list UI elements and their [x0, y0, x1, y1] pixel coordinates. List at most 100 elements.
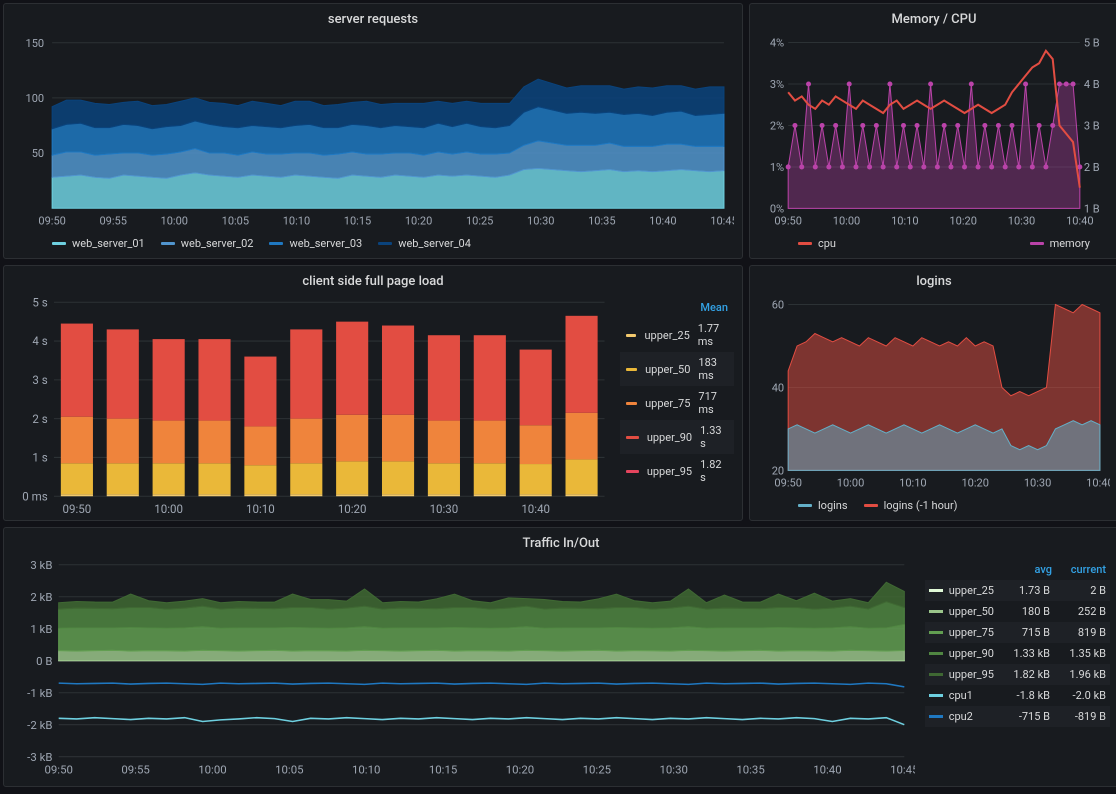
chart-logins[interactable]: 20406009:5010:0010:1010:2010:3010:40	[758, 297, 1110, 493]
svg-text:5 B: 5 B	[1084, 37, 1100, 50]
svg-text:10:30: 10:30	[659, 762, 687, 776]
svg-text:2 B: 2 B	[1084, 161, 1100, 174]
legend-row[interactable]: upper_901.33 s	[620, 420, 734, 454]
svg-text:40: 40	[772, 381, 784, 394]
svg-text:10:35: 10:35	[588, 214, 615, 227]
svg-text:2 kB: 2 kB	[30, 590, 52, 604]
svg-text:3 kB: 3 kB	[30, 559, 52, 572]
panel-page-load[interactable]: client side full page load 0 ms1 s2 s3 s…	[3, 265, 743, 521]
legend-row[interactable]: upper_50180 B252 B	[925, 601, 1110, 622]
svg-text:2%: 2%	[770, 119, 784, 132]
svg-text:20: 20	[772, 464, 784, 477]
svg-text:-2 kB: -2 kB	[27, 718, 52, 732]
svg-text:10:25: 10:25	[583, 762, 611, 776]
legend-row[interactable]: upper_75715 B819 B	[925, 622, 1110, 643]
svg-text:10:05: 10:05	[275, 762, 303, 776]
svg-text:3%: 3%	[770, 78, 784, 91]
panel-title: logins	[758, 274, 1110, 289]
legend-item[interactable]: web_server_01	[52, 237, 145, 250]
svg-text:3 B: 3 B	[1084, 119, 1100, 132]
svg-text:09:50: 09:50	[774, 477, 802, 490]
svg-text:09:55: 09:55	[99, 214, 126, 227]
svg-text:10:45: 10:45	[890, 762, 915, 776]
svg-text:10:05: 10:05	[222, 214, 249, 227]
panel-logins[interactable]: logins 20406009:5010:0010:1010:2010:3010…	[749, 265, 1116, 521]
svg-text:1%: 1%	[770, 161, 784, 174]
svg-text:10:40: 10:40	[649, 214, 676, 227]
svg-text:09:50: 09:50	[774, 215, 802, 228]
legend-row[interactable]: upper_951.82 s	[620, 454, 734, 488]
legend-page-load: Mean upper_251.77 msupper_50183 msupper_…	[610, 297, 734, 517]
svg-text:10:10: 10:10	[891, 215, 919, 228]
svg-text:10:40: 10:40	[521, 502, 550, 516]
svg-text:10:20: 10:20	[506, 762, 534, 776]
legend-item[interactable]: cpu	[798, 237, 836, 250]
svg-text:10:40: 10:40	[1066, 215, 1094, 228]
svg-text:4 s: 4 s	[32, 334, 47, 348]
svg-text:10:30: 10:30	[1008, 215, 1036, 228]
legend-memory-cpu: cpu memory	[758, 231, 1110, 250]
svg-text:50: 50	[32, 147, 44, 160]
svg-text:10:15: 10:15	[429, 762, 457, 776]
svg-text:60: 60	[772, 299, 784, 312]
panel-title: server requests	[12, 12, 734, 27]
svg-text:10:20: 10:20	[949, 215, 977, 228]
panel-title: Traffic In/Out	[12, 536, 1110, 551]
svg-text:100: 100	[26, 92, 45, 105]
chart-memory-cpu[interactable]: 0%1%2%3%4%1 B2 B3 B4 B5 B09:5010:0010:10…	[758, 35, 1110, 231]
svg-text:10:30: 10:30	[1024, 477, 1052, 490]
chart-server-requests[interactable]: 5010015009:5009:5510:0010:0510:1010:1510…	[12, 35, 734, 231]
legend-item[interactable]: web_server_02	[161, 237, 254, 250]
svg-text:10:00: 10:00	[837, 477, 865, 490]
legend-server-requests: web_server_01 web_server_02 web_server_03 w…	[12, 231, 734, 250]
svg-text:1 kB: 1 kB	[30, 622, 52, 636]
legend-item[interactable]: memory	[1030, 237, 1090, 250]
legend-item[interactable]: web_server_04	[378, 237, 471, 250]
svg-text:10:20: 10:20	[338, 502, 367, 516]
svg-text:10:20: 10:20	[405, 214, 432, 227]
svg-text:10:00: 10:00	[833, 215, 861, 228]
svg-text:10:45: 10:45	[710, 214, 734, 227]
legend-item[interactable]: web_server_03	[269, 237, 362, 250]
chart-traffic[interactable]: -3 kB-2 kB-1 kB0 B1 kB2 kB3 kB09:5009:55…	[12, 559, 915, 778]
svg-text:10:10: 10:10	[246, 502, 275, 516]
svg-text:150: 150	[26, 37, 45, 50]
svg-text:10:25: 10:25	[466, 214, 493, 227]
svg-text:10:00: 10:00	[198, 762, 226, 776]
legend-row[interactable]: upper_251.73 B2 B	[925, 580, 1110, 601]
svg-text:10:00: 10:00	[161, 214, 188, 227]
svg-text:-1 kB: -1 kB	[27, 686, 52, 700]
panel-memory-cpu[interactable]: Memory / CPU 0%1%2%3%4%1 B2 B3 B4 B5 B09…	[749, 3, 1116, 259]
svg-text:1 B: 1 B	[1084, 202, 1100, 215]
svg-text:09:55: 09:55	[121, 762, 149, 776]
panel-title: client side full page load	[12, 274, 734, 289]
legend-row[interactable]: upper_75717 ms	[620, 386, 734, 420]
svg-text:10:35: 10:35	[736, 762, 764, 776]
svg-text:10:30: 10:30	[430, 502, 459, 516]
chart-page-load[interactable]: 0 ms1 s2 s3 s4 s5 s09:5010:0010:1010:201…	[12, 297, 610, 517]
panel-server-requests[interactable]: server requests 5010015009:5009:5510:001…	[3, 3, 743, 259]
legend-row[interactable]: cpu1-1.8 kB-2.0 kB	[925, 685, 1110, 706]
legend-logins: logins logins (-1 hour)	[758, 493, 1110, 512]
legend-row[interactable]: upper_951.82 kB1.96 kB	[925, 664, 1110, 685]
svg-text:10:40: 10:40	[1086, 477, 1110, 490]
legend-row[interactable]: upper_901.33 kB1.35 kB	[925, 643, 1110, 664]
legend-row[interactable]: upper_251.77 ms	[620, 318, 734, 352]
legend-header: Mean	[620, 297, 734, 318]
legend-item[interactable]: logins (-1 hour)	[864, 499, 958, 512]
svg-text:10:10: 10:10	[283, 214, 310, 227]
svg-text:2 s: 2 s	[32, 412, 47, 426]
svg-text:3 s: 3 s	[32, 373, 47, 387]
svg-text:1 s: 1 s	[32, 451, 47, 465]
svg-text:10:40: 10:40	[813, 762, 841, 776]
svg-text:5 s: 5 s	[32, 297, 47, 309]
svg-text:10:15: 10:15	[344, 214, 371, 227]
legend-row[interactable]: upper_50183 ms	[620, 352, 734, 386]
legend-row[interactable]: cpu2-715 B-819 B	[925, 706, 1110, 727]
panel-title: Memory / CPU	[758, 12, 1110, 27]
legend-item[interactable]: logins	[798, 499, 848, 512]
panel-traffic[interactable]: Traffic In/Out -3 kB-2 kB-1 kB0 B1 kB2 k…	[3, 527, 1116, 787]
svg-text:09:50: 09:50	[63, 502, 92, 516]
svg-text:10:10: 10:10	[899, 477, 927, 490]
svg-text:09:50: 09:50	[44, 762, 72, 776]
